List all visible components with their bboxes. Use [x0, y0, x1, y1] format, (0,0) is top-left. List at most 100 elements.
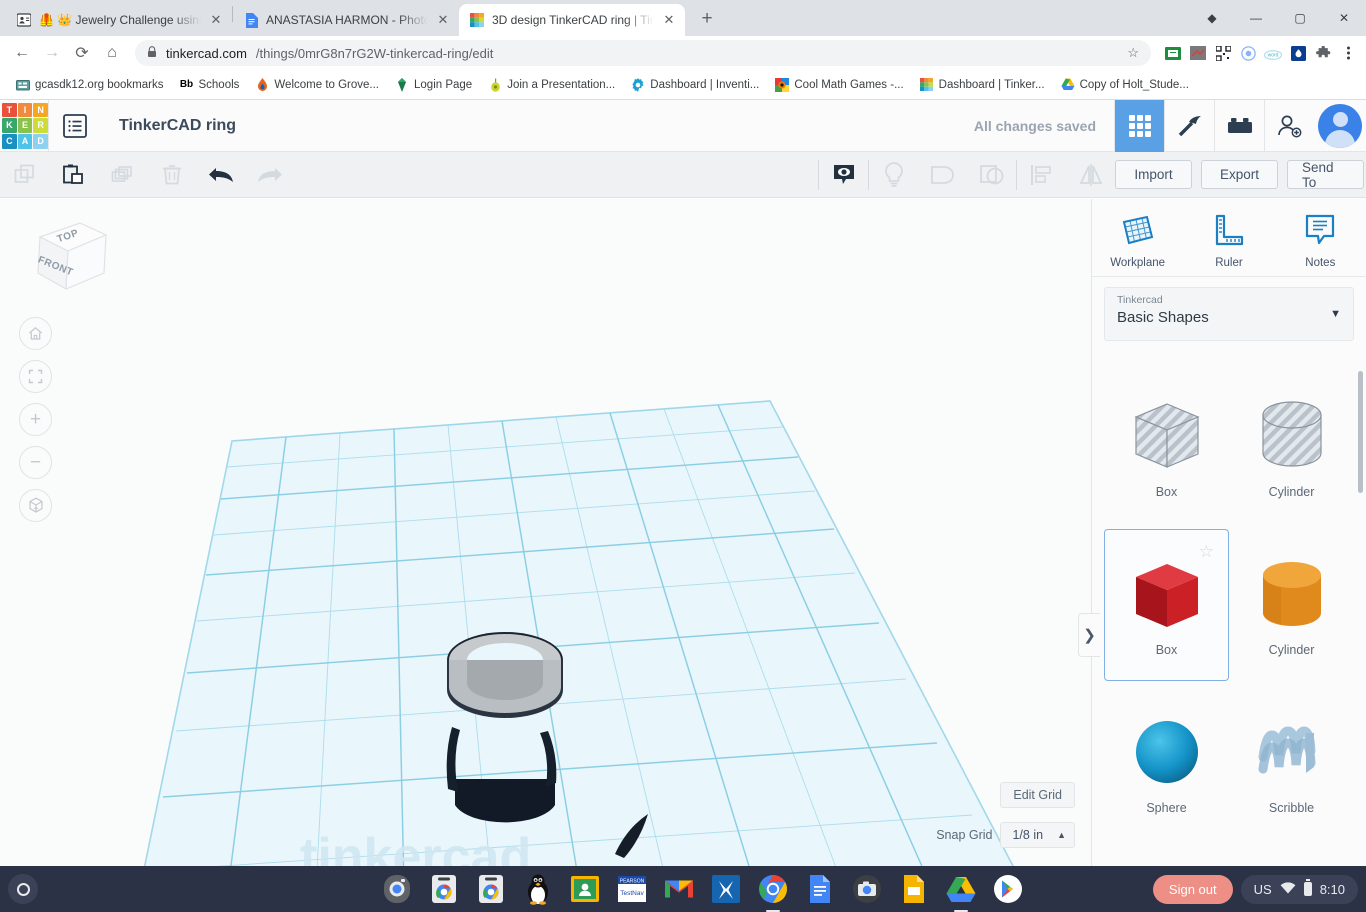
bookmark-welcome-grove[interactable]: Welcome to Grove...: [248, 75, 386, 95]
home-view-button[interactable]: [19, 317, 52, 350]
show-hide-eye-icon[interactable]: [819, 152, 868, 198]
shape-item-scribble[interactable]: Scribble: [1229, 687, 1354, 839]
record-icon[interactable]: [1238, 43, 1258, 63]
panel-scrollbar[interactable]: [1358, 371, 1363, 493]
notes-tool[interactable]: Notes: [1283, 213, 1357, 269]
design-canvas[interactable]: tinkercad TOP FRONT + − Edit Grid Snap G…: [0, 199, 1091, 866]
window-extra-icon[interactable]: ◆: [1190, 0, 1234, 36]
minecraft-pickaxe-icon[interactable]: [1164, 99, 1214, 152]
close-window-button[interactable]: ✕: [1322, 0, 1366, 36]
shape-item-cylinder[interactable]: Cylinder: [1229, 529, 1354, 681]
google-classroom-icon[interactable]: [569, 873, 601, 905]
puzzle-piece-icon[interactable]: [1313, 43, 1333, 63]
bookmark-dashboard-inventor[interactable]: Dashboard | Inventi...: [624, 75, 766, 95]
import-button[interactable]: Import: [1115, 160, 1192, 189]
chrome-os-launcher[interactable]: [8, 874, 38, 904]
lightbulb-icon[interactable]: [869, 152, 918, 198]
view-cube[interactable]: TOP FRONT: [22, 215, 110, 299]
browser-tab-2[interactable]: ANASTASIA HARMON - Photo Do ✕: [233, 4, 459, 36]
camera-app-icon[interactable]: [381, 873, 413, 905]
chrome-icon[interactable]: [757, 873, 789, 905]
three-dot-menu-icon[interactable]: [1338, 43, 1358, 63]
home-icon[interactable]: ⌂: [98, 39, 126, 67]
undo-icon[interactable]: [196, 152, 245, 198]
bookmark-join-presentation[interactable]: Join a Presentation...: [481, 75, 622, 95]
screenshot-icon[interactable]: [1188, 43, 1208, 63]
back-icon[interactable]: ←: [8, 39, 36, 67]
gmail-icon[interactable]: [663, 873, 695, 905]
send-to-button[interactable]: Send To: [1287, 160, 1364, 190]
new-tab-button[interactable]: +: [693, 5, 721, 33]
close-icon[interactable]: ✕: [435, 12, 451, 28]
chrome-app-shortcut-2-icon[interactable]: [475, 873, 507, 905]
browser-tab-3[interactable]: 3D design TinkerCAD ring | Tinke ✕: [459, 4, 685, 36]
delete-trash-icon[interactable]: [147, 152, 196, 198]
bookmark-dashboard-tinkercad[interactable]: Dashboard | Tinker...: [913, 75, 1052, 95]
bookmark-star-icon[interactable]: ☆: [1127, 45, 1139, 61]
minimize-button[interactable]: —: [1234, 0, 1278, 36]
maximize-button[interactable]: ▢: [1278, 0, 1322, 36]
status-tray[interactable]: US 8:10: [1240, 874, 1358, 904]
google-drive-icon[interactable]: [945, 873, 977, 905]
panel-collapse-toggle[interactable]: ❯: [1078, 613, 1100, 657]
ruler-tool[interactable]: Ruler: [1192, 213, 1266, 269]
duplicate-icon[interactable]: [98, 152, 147, 198]
pearson-testnav-icon[interactable]: PEARSON TestNav: [616, 873, 648, 905]
forward-icon[interactable]: →: [38, 39, 66, 67]
chevron-down-icon: ▼: [1330, 308, 1341, 320]
chrome-app-shortcut-1-icon[interactable]: [428, 873, 460, 905]
mirror-icon[interactable]: [1066, 152, 1115, 198]
ungroup-icon[interactable]: [967, 152, 1016, 198]
favorite-star-icon[interactable]: ☆: [1199, 542, 1214, 562]
qr-code-icon[interactable]: [1213, 43, 1233, 63]
workplane-grid[interactable]: tinkercad: [0, 199, 1091, 866]
shape-item-sphere[interactable]: Sphere: [1104, 687, 1229, 839]
export-button[interactable]: Export: [1201, 160, 1278, 189]
google-docs-icon[interactable]: [804, 873, 836, 905]
perspective-toggle-button[interactable]: [19, 489, 52, 522]
blue-drop-icon[interactable]: [1288, 43, 1308, 63]
bookmark-schools[interactable]: Bb Schools: [172, 75, 246, 95]
zoom-in-button[interactable]: +: [19, 403, 52, 436]
lego-brick-icon[interactable]: [1214, 99, 1264, 152]
shape-item-box[interactable]: ☆ Box: [1104, 529, 1229, 681]
green-doc-icon[interactable]: [1163, 43, 1183, 63]
add-person-icon[interactable]: [1264, 99, 1314, 152]
play-store-icon[interactable]: [992, 873, 1024, 905]
edit-grid-button[interactable]: Edit Grid: [1000, 782, 1075, 808]
bookmark-cool-math-games[interactable]: Cool Math Games -...: [768, 75, 910, 95]
close-icon[interactable]: ✕: [208, 12, 224, 28]
google-slides-icon[interactable]: [898, 873, 930, 905]
shape-library-select[interactable]: Tinkercad Basic Shapes ▼: [1104, 287, 1354, 341]
hamburger-list-icon[interactable]: [49, 100, 101, 152]
reload-icon[interactable]: ⟳: [68, 39, 96, 67]
camera-icon[interactable]: [851, 873, 883, 905]
avatar[interactable]: [1314, 100, 1366, 152]
shape-item-partial-purple[interactable]: [1229, 845, 1354, 866]
close-icon[interactable]: ✕: [661, 12, 677, 28]
sign-out-button[interactable]: Sign out: [1152, 874, 1233, 904]
grid-gallery-icon[interactable]: [1114, 99, 1164, 152]
shape-item-partial-green[interactable]: [1104, 845, 1229, 866]
redo-icon[interactable]: [245, 152, 294, 198]
browser-tab-1[interactable]: 🦺 👑 Jewelry Challenge using T ✕: [6, 4, 232, 36]
shape-item-hole-cylinder[interactable]: Cylinder: [1229, 371, 1354, 523]
page-title[interactable]: TinkerCAD ring: [101, 117, 236, 135]
tinkercad-logo-icon[interactable]: T I N K E R C A D: [2, 102, 48, 149]
bookmark-login-page[interactable]: Login Page: [388, 75, 479, 95]
word-cloud-icon[interactable]: word: [1263, 43, 1283, 63]
workplane-tool[interactable]: Workplane: [1101, 213, 1175, 269]
paste-icon[interactable]: [49, 152, 98, 198]
group-icon[interactable]: [918, 152, 967, 198]
bookmark-gcasdk12[interactable]: gcasdk12.org bookmarks: [9, 75, 170, 95]
linux-penguin-icon[interactable]: [522, 873, 554, 905]
copy-icon[interactable]: [0, 152, 49, 198]
shape-item-hole-box[interactable]: Box: [1104, 371, 1229, 523]
snap-grid-select[interactable]: 1/8 in ▲: [1000, 822, 1075, 848]
xello-icon[interactable]: [710, 873, 742, 905]
align-icon[interactable]: [1017, 152, 1066, 198]
address-bar[interactable]: tinkercad.com /things/0mrG8n7rG2W-tinker…: [135, 40, 1151, 66]
zoom-out-button[interactable]: −: [19, 446, 52, 479]
bookmark-copy-of-holt[interactable]: Copy of Holt_Stude...: [1054, 75, 1196, 95]
fit-to-view-button[interactable]: [19, 360, 52, 393]
